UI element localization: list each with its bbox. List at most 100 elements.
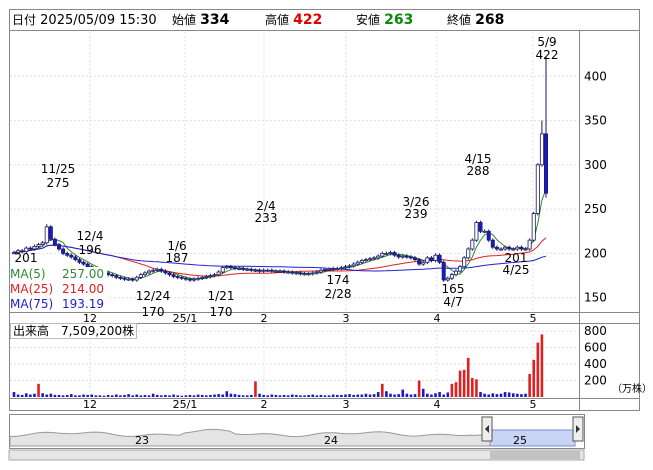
- volume-bar: [61, 395, 65, 397]
- volume-bar: [491, 393, 495, 397]
- volume-bar: [520, 394, 523, 397]
- candle-body: [535, 164, 540, 214]
- candle-body: [216, 271, 221, 276]
- candle-body: [224, 266, 229, 269]
- candle-body: [237, 268, 242, 270]
- ma75-value: 193.19: [62, 297, 104, 311]
- navigator-selection[interactable]: [489, 429, 576, 447]
- candle-body: [220, 267, 225, 273]
- candle-body: [298, 272, 303, 275]
- volume-bar: [225, 391, 229, 397]
- candle-body: [433, 254, 438, 261]
- candle-body: [228, 266, 233, 269]
- volume-bar: [344, 394, 347, 397]
- candle-body: [515, 246, 520, 250]
- candle-body: [126, 278, 131, 281]
- candle-body: [351, 263, 356, 267]
- candle-body: [265, 269, 270, 272]
- candle-body: [343, 266, 348, 269]
- candle-body: [212, 274, 217, 277]
- chart-canvas[interactable]: 150200250300350400200400600800121225/125…: [0, 0, 653, 470]
- volume-bar: [115, 394, 118, 397]
- volume-bar: [262, 394, 265, 397]
- candle-body: [81, 261, 86, 265]
- volume-bar: [454, 382, 458, 397]
- candle-body: [531, 213, 536, 241]
- candle-body: [498, 248, 503, 251]
- candle-body: [65, 253, 70, 256]
- candle-body: [187, 278, 192, 281]
- candle-body: [73, 256, 78, 261]
- volume-bar: [221, 394, 225, 397]
- candle-body: [61, 248, 66, 254]
- candle-body: [134, 276, 139, 281]
- candle-body: [421, 261, 426, 265]
- volume-bar: [323, 395, 327, 397]
- annotation-label: 174: [327, 273, 350, 287]
- date-tick-label: 5: [530, 312, 537, 325]
- annotation-label: 5/9: [537, 35, 556, 49]
- volume-bar: [147, 395, 151, 397]
- volume-bar: [516, 393, 519, 397]
- candle-body: [192, 278, 197, 281]
- volume-bar: [335, 394, 339, 397]
- volume-unit-label: （万株）: [612, 382, 652, 395]
- date-tick-label: 2: [261, 398, 268, 411]
- volume-bar: [102, 395, 106, 397]
- price-tick-label: 200: [584, 246, 607, 260]
- volume-tick-label: 800: [584, 324, 607, 338]
- volume-bar: [495, 394, 499, 397]
- candle-body: [159, 268, 164, 272]
- candle-body: [376, 255, 381, 259]
- candle-body: [69, 254, 74, 258]
- candle-body: [413, 257, 418, 261]
- date-tick-label: 2: [261, 312, 268, 325]
- candle-body: [335, 268, 340, 270]
- candle-body: [327, 268, 332, 271]
- volume-bar: [119, 395, 122, 397]
- volume-bar: [37, 383, 40, 397]
- volume-bar: [364, 393, 368, 397]
- candle-body: [249, 268, 254, 271]
- volume-bar: [385, 391, 388, 397]
- candle-body: [167, 272, 172, 276]
- volume-bar: [381, 383, 384, 397]
- volume-bar: [57, 394, 61, 397]
- navigator-left-handle[interactable]: [481, 416, 493, 442]
- volume-bar: [331, 394, 335, 397]
- volume-bar: [466, 357, 470, 397]
- candle-body: [372, 257, 377, 260]
- annotation-value: 4/7: [443, 295, 462, 309]
- volume-bar: [86, 394, 89, 397]
- volume-bar: [20, 394, 24, 397]
- volume-bar: [417, 380, 421, 397]
- date-tick-label: 4: [434, 312, 441, 325]
- volume-bar: [274, 394, 278, 397]
- volume-bar: [376, 392, 380, 397]
- volume-bar: [413, 394, 417, 397]
- volume-bar: [49, 393, 53, 397]
- header-frame: [9, 9, 640, 31]
- volume-tick-label: 600: [584, 341, 607, 355]
- volume-bar: [507, 392, 511, 397]
- annotation-value: 275: [47, 176, 70, 190]
- volume-bar: [405, 393, 409, 397]
- volume-bar: [421, 388, 425, 397]
- price-tick-label: 150: [584, 291, 607, 305]
- navigator-right-handle[interactable]: [572, 416, 584, 442]
- volume-bar: [278, 395, 282, 397]
- candle-body: [384, 253, 389, 255]
- date-tick-label: 25/1: [173, 312, 198, 325]
- volume-bar: [155, 394, 159, 397]
- volume-bar: [94, 395, 98, 397]
- price-tick-label: 400: [584, 69, 607, 83]
- ma25-value: 214.00: [62, 282, 104, 296]
- candle-body: [77, 259, 82, 263]
- candle-body: [306, 273, 311, 276]
- volume-bar: [196, 394, 200, 397]
- candle-body: [122, 277, 127, 280]
- candle-body: [241, 268, 246, 270]
- annotation-label: 12/4: [77, 229, 104, 243]
- volume-bar: [307, 394, 310, 397]
- navigator-scroll-thumb[interactable]: [490, 451, 580, 459]
